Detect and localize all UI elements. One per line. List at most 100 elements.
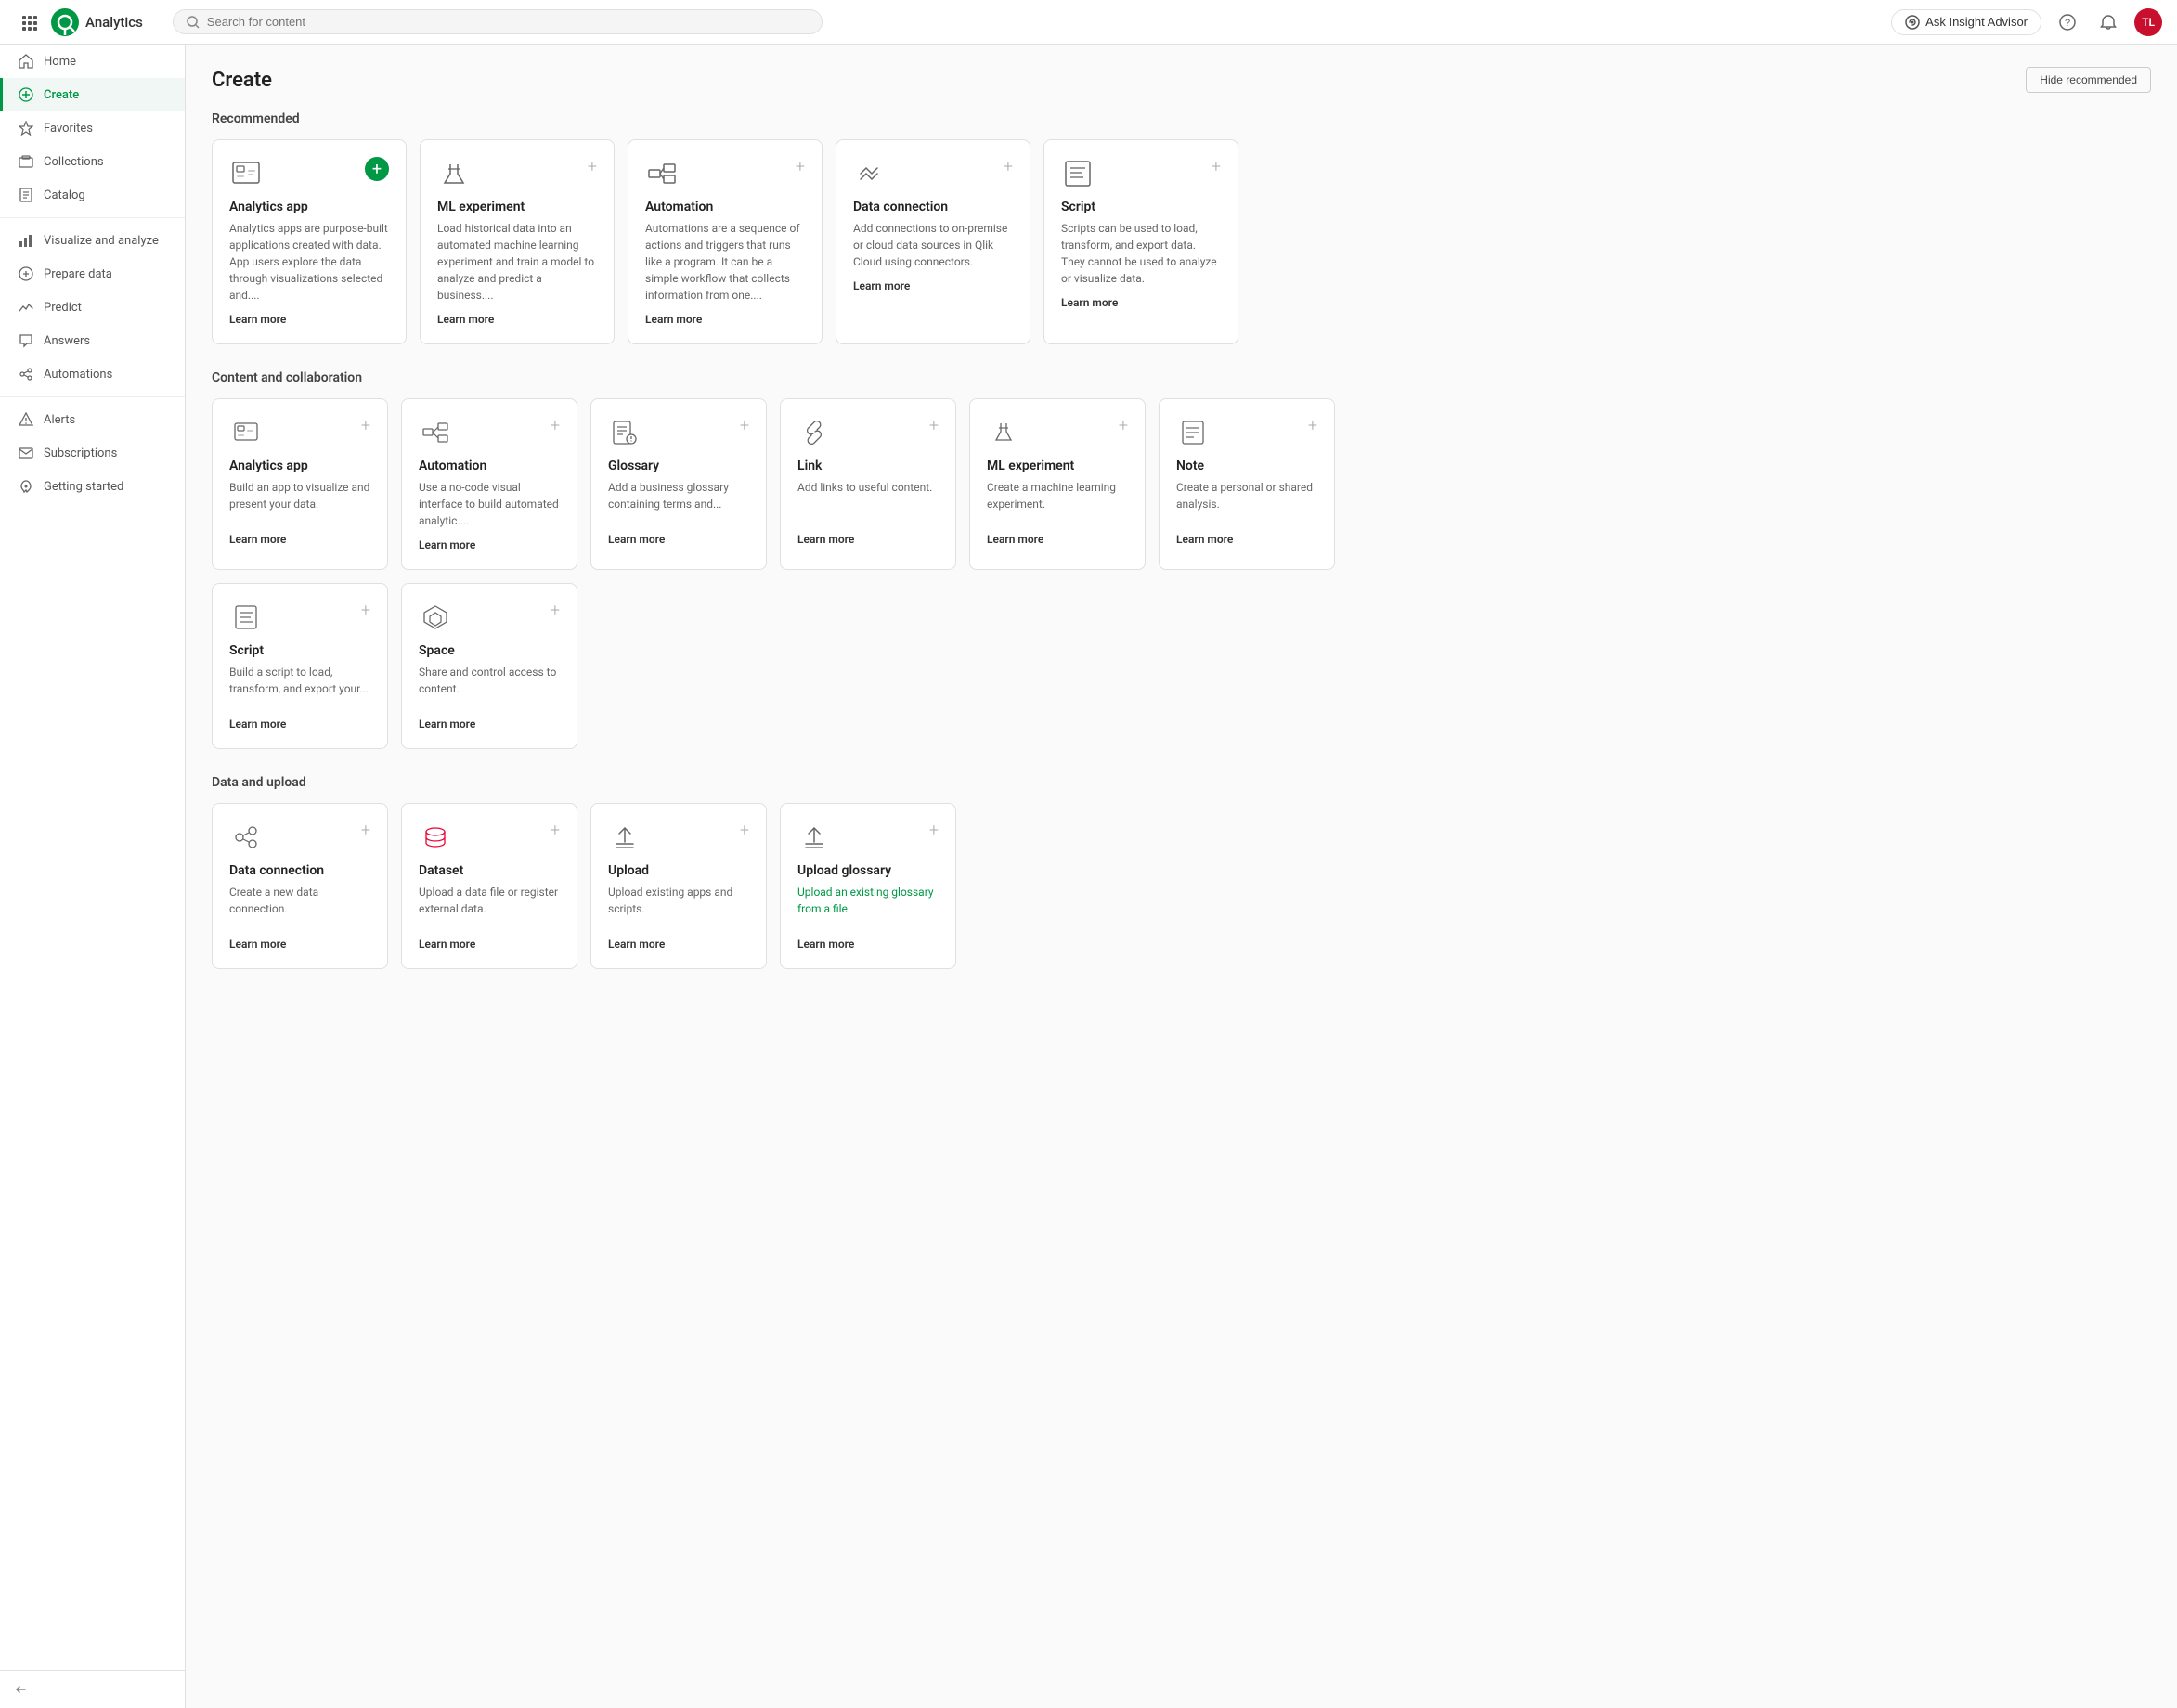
card-learn-more-link[interactable]: Learn more (797, 938, 854, 951)
card-learn-more-link[interactable]: Learn more (853, 279, 910, 292)
card-learn-more-link[interactable]: Learn more (419, 938, 475, 951)
card-upload-glossary[interactable]: + Upload glossary Upload an existing glo… (780, 803, 956, 969)
sidebar-item-getting-started[interactable]: Getting started (0, 470, 185, 503)
insight-icon (1905, 15, 1920, 30)
sidebar-item-prepare-label: Prepare data (44, 267, 112, 281)
sidebar-item-answers-label: Answers (44, 334, 90, 348)
sidebar-item-prepare[interactable]: Prepare data (0, 257, 185, 291)
card-learn-more-link[interactable]: Learn more (645, 313, 702, 326)
card-learn-more-link[interactable]: Learn more (1176, 533, 1233, 546)
card-learn-more-link[interactable]: Learn more (419, 718, 475, 731)
subscriptions-icon (18, 445, 34, 461)
card-learn-more-link[interactable]: Learn more (229, 533, 286, 546)
card-learn-more-link[interactable]: Learn more (229, 313, 286, 326)
card-analytics-app-content[interactable]: + Analytics app Build an app to visualiz… (212, 398, 388, 570)
sidebar-item-visualize-label: Visualize and analyze (44, 234, 159, 248)
sidebar-item-favorites-label: Favorites (44, 122, 93, 136)
add-script-content-button[interactable]: + (361, 601, 370, 620)
card-learn-more-link[interactable]: Learn more (229, 718, 286, 731)
card-ml-experiment-recommended[interactable]: + ML experiment Load historical data int… (420, 139, 615, 344)
add-dataset-button[interactable]: + (551, 821, 560, 840)
add-automation-content-button[interactable]: + (551, 416, 560, 435)
hide-recommended-button[interactable]: Hide recommended (2026, 67, 2151, 93)
collapse-button[interactable] (15, 1682, 170, 1697)
add-data-connection-button[interactable]: + (1004, 157, 1013, 176)
sidebar-item-predict[interactable]: Predict (0, 291, 185, 324)
card-analytics-app-recommended[interactable]: + Analytics app Analytics apps are purpo… (212, 139, 407, 344)
card-learn-more-link[interactable]: Learn more (437, 313, 494, 326)
card-learn-more-link[interactable]: Learn more (419, 538, 475, 551)
sidebar-item-home-label: Home (44, 55, 76, 69)
content-collaboration-section: Content and collaboration + Analytics ap… (212, 370, 2151, 749)
search-input[interactable] (207, 15, 809, 29)
card-script-recommended[interactable]: + Script Scripts can be used to load, tr… (1043, 139, 1238, 344)
card-learn-more-link[interactable]: Learn more (797, 533, 854, 546)
card-desc: Build an app to visualize and present yo… (229, 479, 370, 524)
card-automation-recommended[interactable]: + Automation Automations are a sequence … (628, 139, 823, 344)
sidebar-item-catalog-label: Catalog (44, 188, 85, 202)
card-automation-content[interactable]: + Automation Use a no-code visual interf… (401, 398, 577, 570)
card-script-content[interactable]: + Script Build a script to load, transfo… (212, 583, 388, 749)
add-space-button[interactable]: + (551, 601, 560, 620)
card-desc: Share and control access to content. (419, 664, 560, 708)
card-data-connection-recommended[interactable]: + Data connection Add connections to on-… (836, 139, 1030, 344)
card-desc: Upload an existing glossary from a file. (797, 884, 939, 928)
add-data-connection-data-button[interactable]: + (361, 821, 370, 840)
card-upload[interactable]: + Upload Upload existing apps and script… (590, 803, 767, 969)
sidebar-bottom (0, 1670, 185, 1708)
card-learn-more-link[interactable]: Learn more (229, 938, 286, 951)
card-link-content[interactable]: + Link Add links to useful content. Lear… (780, 398, 956, 570)
content-cards-row-2: + Script Build a script to load, transfo… (212, 583, 2151, 749)
add-upload-glossary-button[interactable]: + (929, 821, 939, 840)
sidebar-item-favorites[interactable]: Favorites (0, 111, 185, 145)
add-script-button[interactable]: + (1212, 157, 1221, 176)
notifications-button[interactable] (2093, 7, 2123, 37)
card-desc: Add links to useful content. (797, 479, 939, 524)
collections-icon (18, 153, 34, 170)
catalog-icon (18, 187, 34, 203)
add-automation-button[interactable]: + (796, 157, 805, 176)
sidebar-item-alerts[interactable]: Alerts (0, 403, 185, 436)
add-ml-experiment-content-button[interactable]: + (1119, 416, 1128, 435)
card-learn-more-link[interactable]: Learn more (608, 533, 665, 546)
analytics-app-icon (229, 157, 263, 190)
card-title: Upload glossary (797, 863, 939, 878)
add-upload-button[interactable]: + (740, 821, 749, 840)
add-glossary-button[interactable]: + (740, 416, 749, 435)
add-link-button[interactable]: + (929, 416, 939, 435)
sidebar-item-automations[interactable]: Automations (0, 357, 185, 391)
top-bar-right: Ask Insight Advisor ? TL (1891, 7, 2162, 37)
sidebar-item-answers[interactable]: Answers (0, 324, 185, 357)
content-cards-row: + Analytics app Build an app to visualiz… (212, 398, 2151, 570)
card-ml-experiment-content[interactable]: + ML experiment Create a machine learnin… (969, 398, 1146, 570)
add-analytics-app-button[interactable]: + (365, 157, 389, 181)
script-icon (1061, 157, 1095, 190)
upload-icon (608, 821, 641, 854)
insight-advisor-button[interactable]: Ask Insight Advisor (1891, 9, 2041, 35)
main-area: Home Create Favorites Collections (0, 45, 2177, 1708)
card-learn-more-link[interactable]: Learn more (987, 533, 1043, 546)
sidebar-item-visualize[interactable]: Visualize and analyze (0, 224, 185, 257)
card-title: Data connection (853, 200, 1013, 214)
card-learn-more-link[interactable]: Learn more (608, 938, 665, 951)
help-button[interactable]: ? (2053, 7, 2082, 37)
sidebar-item-subscriptions[interactable]: Subscriptions (0, 436, 185, 470)
sidebar-item-home[interactable]: Home (0, 45, 185, 78)
card-space-content[interactable]: + Space Share and control access to cont… (401, 583, 577, 749)
avatar[interactable]: TL (2134, 8, 2162, 36)
card-data-connection[interactable]: + Data connection Create a new data conn… (212, 803, 388, 969)
ml-experiment-small-icon (987, 416, 1020, 449)
card-dataset[interactable]: + Dataset Upload a data file or register… (401, 803, 577, 969)
search-bar[interactable] (173, 9, 823, 34)
add-note-button[interactable]: + (1308, 416, 1317, 435)
sidebar-item-collections[interactable]: Collections (0, 145, 185, 178)
add-ml-experiment-button[interactable]: + (588, 157, 597, 176)
card-learn-more-link[interactable]: Learn more (1061, 296, 1118, 309)
search-icon (187, 16, 200, 29)
menu-button[interactable] (15, 7, 45, 37)
sidebar-item-create[interactable]: Create (0, 78, 185, 111)
add-analytics-app-content-button[interactable]: + (361, 416, 370, 435)
card-note-content[interactable]: + Note Create a personal or shared analy… (1159, 398, 1335, 570)
sidebar-item-catalog[interactable]: Catalog (0, 178, 185, 212)
card-glossary-content[interactable]: + Glossary Add a business glossary conta… (590, 398, 767, 570)
